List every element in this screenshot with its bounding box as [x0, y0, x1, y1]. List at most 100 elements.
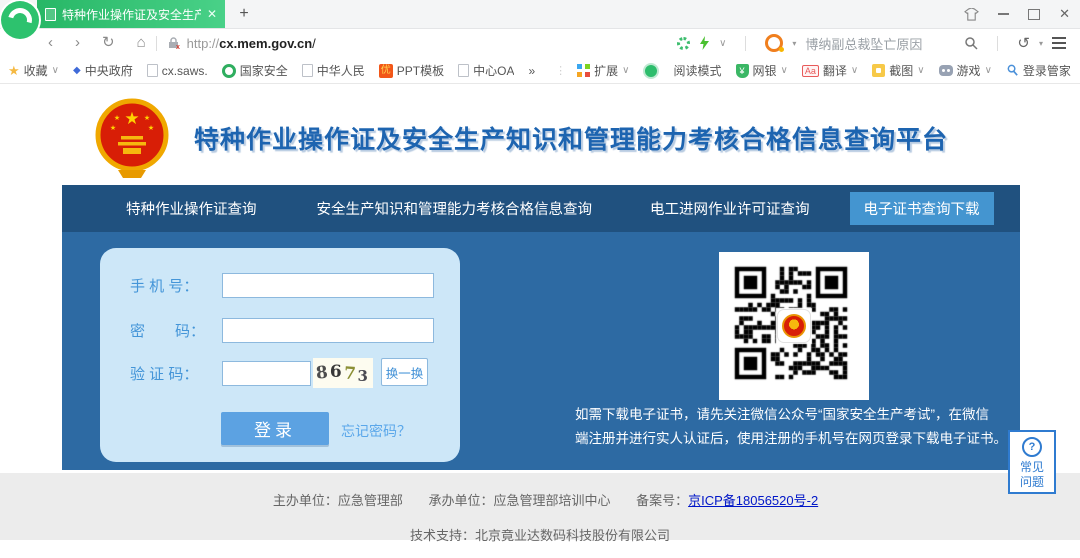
bookmarks-overflow[interactable]: »	[528, 64, 535, 78]
url-host: cx.mem.gov.cn	[219, 36, 312, 51]
compass-icon: ◆	[73, 65, 81, 76]
url-field[interactable]: http://cx.mem.gov.cn/	[187, 36, 316, 51]
reading-mode-button[interactable]: 阅读模式	[673, 62, 721, 79]
address-bar: ‹ › ↻ ⌂ x http://cx.mem.gov.cn/ ∨ ▾ 博纳副总…	[0, 29, 1080, 57]
url-scheme: http://	[187, 36, 220, 51]
gamepad-icon	[939, 65, 953, 76]
qr-center-emblem	[778, 310, 810, 342]
forward-icon[interactable]: ›	[75, 29, 80, 57]
login-keeper-button[interactable]: 登录管家	[1006, 62, 1071, 79]
icp-record-link[interactable]: 京ICP备18056520号-2	[688, 493, 818, 508]
new-tab-button[interactable]: +	[233, 3, 255, 25]
back-icon[interactable]: ‹	[48, 29, 53, 57]
web-page: ★ ★ ★ ★ ★ 特种作业操作证及安全生产知识和管理能力考核合格信息查询平台 …	[0, 84, 1080, 558]
bookmark-item[interactable]: 优 PPT模板	[379, 62, 444, 79]
tab-electrician-permit-query[interactable]: 电工进网作业许可证查询	[650, 198, 810, 219]
chevron-down-icon: ∨	[985, 65, 992, 76]
close-button[interactable]: ✕	[1059, 6, 1070, 22]
green-dot-icon	[643, 63, 659, 79]
bookmark-item[interactable]: 中心OA	[458, 62, 514, 79]
url-path: /	[312, 36, 316, 51]
login-card: 手 机 号： 密 码： 验 证 码： 8 6 7 3 换一换 登录 忘记密码？	[100, 248, 460, 462]
national-emblem: ★ ★ ★ ★ ★	[88, 94, 176, 182]
phone-input[interactable]	[222, 273, 434, 298]
key-magnifier-icon	[1006, 64, 1019, 77]
favorites-menu[interactable]: ★ 收藏 ∨	[8, 62, 59, 79]
favorites-star-icon: ★	[8, 63, 20, 79]
bookmark-item[interactable]: 中华人民	[302, 62, 365, 79]
screenshot-button[interactable]: 截图 ∨	[872, 62, 924, 79]
reopen-tab-caret-icon[interactable]: ▾	[1039, 39, 1043, 48]
chevron-down-icon[interactable]: ∨	[719, 38, 726, 49]
search-icon[interactable]	[964, 36, 978, 50]
home-icon[interactable]: ⌂	[137, 29, 146, 57]
tab-ecert-download-active[interactable]: 电子证书查询下载	[850, 192, 994, 225]
chevron-down-icon: ∨	[622, 65, 629, 76]
chevron-down-icon: ∨	[781, 65, 788, 76]
chevron-down-icon: ∨	[52, 65, 59, 76]
divider	[997, 36, 998, 51]
svg-text:★: ★	[110, 124, 116, 132]
speed-lightning-icon[interactable]	[699, 36, 710, 50]
insecure-lock-icon: x	[167, 36, 181, 50]
footer-host: 主办单位：应急管理部	[273, 493, 403, 508]
title-bar: 特种作业操作证及安全生产知识 ✕ + ✕	[0, 0, 1080, 29]
captcha-input[interactable]	[222, 361, 311, 386]
password-input[interactable]	[222, 318, 434, 343]
translate-aa-icon: Aa	[802, 65, 819, 77]
page-icon	[302, 64, 313, 77]
footer-support: 技术支持：北京竟业达数码科技股份有限公司	[0, 509, 1080, 544]
chevron-down-icon: ∨	[917, 65, 924, 76]
bookmarks-bar: ★ 收藏 ∨ ◆ 中央政府 cx.saws. 国家安全 中华人民 优 PPT模板…	[0, 58, 1080, 84]
maximize-button[interactable]	[1028, 9, 1040, 20]
tab-close-icon[interactable]: ✕	[207, 7, 217, 21]
captcha-refresh-button[interactable]: 换一换	[381, 358, 428, 386]
green-extension-button[interactable]	[643, 63, 659, 79]
svg-text:★: ★	[124, 109, 139, 128]
bookmark-item[interactable]: cx.saws.	[147, 64, 208, 78]
captcha-image: 8 6 7 3	[313, 358, 373, 388]
qr-code-box	[719, 252, 869, 400]
question-icon: ?	[1022, 437, 1042, 457]
screenshot-icon	[872, 64, 885, 77]
bank-button[interactable]: ¥ 网银 ∨	[736, 62, 788, 79]
browser-tab[interactable]: 特种作业操作证及安全生产知识 ✕	[37, 0, 225, 28]
faq-button[interactable]: ? 常见 问题	[1008, 430, 1056, 494]
hot-search-suggestion[interactable]: 博纳副总裁坠亡原因	[805, 34, 955, 53]
bookmark-item[interactable]: 国家安全	[222, 62, 288, 79]
page-icon	[45, 8, 56, 21]
tab-title: 特种作业操作证及安全生产知识	[62, 6, 201, 23]
translate-button[interactable]: Aa 翻译 ∨	[802, 62, 858, 79]
minimize-button[interactable]	[998, 13, 1009, 15]
password-label: 密 码：	[130, 320, 222, 341]
blocks-icon	[577, 64, 590, 77]
svg-text:★: ★	[148, 124, 154, 132]
footer-organizer: 承办单位：应急管理部培训中心	[428, 493, 610, 508]
tab-safety-knowledge-query[interactable]: 安全生产知识和管理能力考核合格信息查询	[317, 198, 593, 219]
search-engine-logo[interactable]	[765, 34, 783, 52]
you-badge-icon: 优	[379, 64, 393, 78]
forgot-password-link[interactable]: 忘记密码？	[341, 421, 411, 441]
divider	[745, 36, 746, 51]
svg-text:★: ★	[114, 114, 120, 122]
page-footer: 主办单位：应急管理部 承办单位：应急管理部培训中心 备案号：京ICP备18056…	[0, 473, 1080, 540]
panel-nav: 特种作业操作证查询 安全生产知识和管理能力考核合格信息查询 电工进网作业许可证查…	[62, 185, 1020, 232]
adblock-icon[interactable]	[677, 37, 690, 50]
favorites-label: 收藏	[24, 62, 48, 79]
toolbar-divider-icon: ⋮	[555, 64, 566, 77]
browser-logo[interactable]	[1, 1, 39, 39]
reload-icon[interactable]: ↻	[102, 29, 115, 57]
phone-label: 手 机 号：	[130, 275, 222, 296]
extensions-button[interactable]: 扩展 ∨	[577, 62, 629, 79]
svg-text:★: ★	[144, 114, 150, 122]
site-header: ★ ★ ★ ★ ★ 特种作业操作证及安全生产知识和管理能力考核合格信息查询平台	[88, 92, 948, 184]
login-button[interactable]: 登录	[221, 412, 329, 445]
games-button[interactable]: 游戏 ∨	[939, 62, 992, 79]
menu-icon[interactable]	[1052, 37, 1066, 49]
bookmark-item[interactable]: ◆ 中央政府	[73, 62, 133, 79]
skin-theme-icon[interactable]	[964, 8, 979, 21]
divider	[156, 36, 157, 51]
reopen-tab-icon[interactable]: ↺	[1017, 34, 1030, 52]
tab-special-operation-query[interactable]: 特种作业操作证查询	[126, 198, 257, 219]
search-engine-caret-icon[interactable]: ▾	[792, 39, 796, 48]
